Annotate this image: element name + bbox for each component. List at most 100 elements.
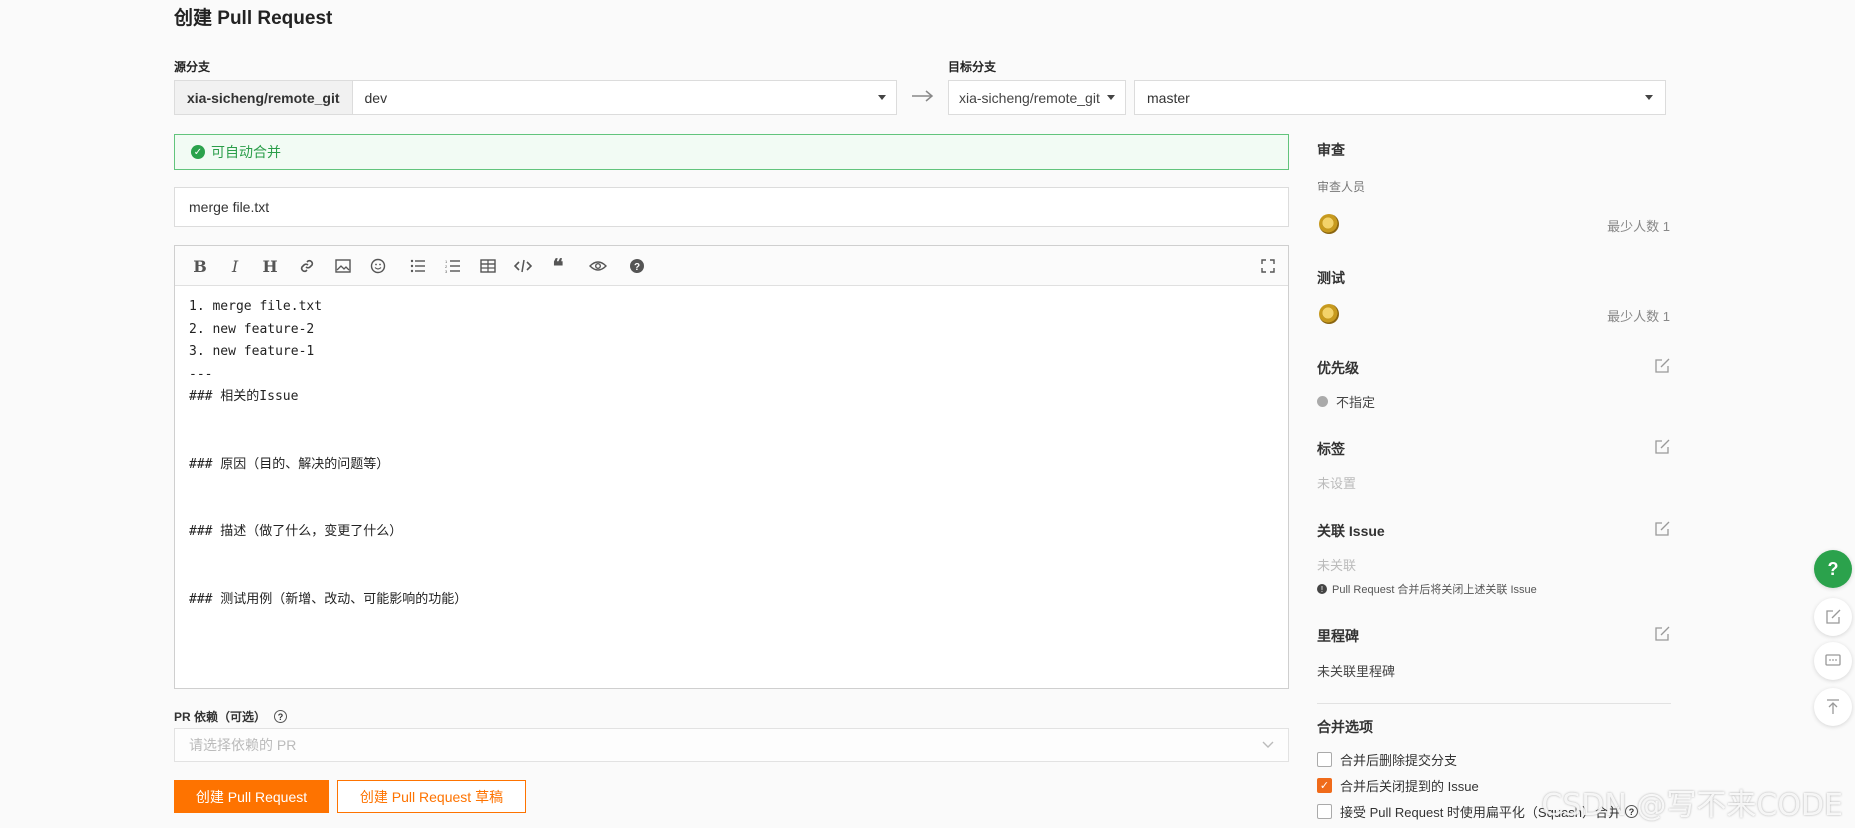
- chevron-down-icon: [1262, 741, 1274, 748]
- editor-content[interactable]: 1. merge file.txt 2. new feature-2 3. ne…: [175, 286, 1288, 621]
- editor-line: ### 原因（目的、解决的问题等）: [189, 456, 390, 472]
- merge-status-text: 可自动合并: [211, 144, 281, 160]
- emoji-icon[interactable]: [367, 255, 389, 277]
- chevron-down-icon: [1107, 95, 1115, 100]
- reviewers-min-count: 最少人数 1: [1607, 219, 1670, 234]
- priority-heading: 优先级: [1317, 360, 1359, 376]
- merge-option-label: 合并后删除提交分支: [1340, 753, 1458, 768]
- merge-status-banner: ✓ 可自动合并: [174, 134, 1289, 170]
- milestone-value: 未关联里程碑: [1317, 664, 1396, 679]
- source-branch-value: dev: [364, 89, 388, 106]
- edit-priority-icon[interactable]: [1654, 358, 1670, 374]
- edit-issue-icon[interactable]: [1654, 521, 1670, 537]
- pr-dependency-label: PR 依赖（可选） ?: [174, 708, 288, 725]
- image-icon[interactable]: [332, 255, 354, 277]
- ordered-list-icon[interactable]: 123: [442, 255, 464, 277]
- feedback-float-button[interactable]: [1814, 598, 1852, 636]
- checkbox[interactable]: [1317, 804, 1332, 819]
- editor-line: ---: [189, 366, 213, 382]
- target-repo-select[interactable]: xia-sicheng/remote_git: [948, 80, 1126, 115]
- chevron-down-icon: [878, 95, 886, 100]
- review-heading: 审查: [1317, 142, 1345, 158]
- milestone-heading: 里程碑: [1317, 628, 1359, 644]
- help-float-button[interactable]: ?: [1814, 550, 1852, 588]
- priority-dot-icon: [1317, 396, 1328, 407]
- reviewer-avatar[interactable]: [1319, 214, 1339, 234]
- target-repo: xia-sicheng/remote_git: [959, 89, 1100, 106]
- source-repo: xia-sicheng/remote_git: [175, 81, 353, 114]
- heading-icon[interactable]: H: [259, 255, 281, 277]
- create-pr-button[interactable]: 创建 Pull Request: [174, 780, 329, 813]
- check-circle-icon: ✓: [191, 145, 205, 159]
- tester-avatar[interactable]: [1319, 304, 1339, 324]
- code-icon[interactable]: [512, 255, 534, 277]
- arrow-right-icon: [910, 86, 936, 106]
- chat-float-button[interactable]: [1814, 642, 1852, 680]
- priority-text: 不指定: [1336, 395, 1376, 410]
- editor-line: 2. new feature-2: [189, 321, 315, 337]
- link-icon[interactable]: [296, 255, 318, 277]
- source-branch-select[interactable]: xia-sicheng/remote_git dev: [174, 80, 897, 115]
- pr-title-input[interactable]: [174, 187, 1289, 227]
- priority-value: 不指定: [1317, 392, 1375, 411]
- page-title: 创建 Pull Request: [174, 8, 333, 29]
- svg-text:3: 3: [445, 269, 448, 273]
- edit-labels-icon[interactable]: [1654, 439, 1670, 455]
- description-editor[interactable]: B I H 123 ❝ ? 1. merge file.txt 2. new f…: [174, 245, 1289, 689]
- back-to-top-button[interactable]: [1814, 688, 1852, 726]
- help-icon[interactable]: ?: [626, 255, 648, 277]
- info-icon: !: [1317, 584, 1327, 594]
- editor-toolbar: B I H 123 ❝ ?: [175, 246, 1288, 286]
- target-branch-value: master: [1147, 89, 1190, 106]
- issue-heading: 关联 Issue: [1317, 523, 1385, 539]
- issue-value: 未关联: [1317, 558, 1357, 573]
- editor-line: ### 相关的Issue: [189, 389, 299, 404]
- unordered-list-icon[interactable]: [407, 255, 429, 277]
- edit-milestone-icon[interactable]: [1654, 626, 1670, 642]
- quote-icon[interactable]: ❝: [547, 254, 569, 278]
- editor-line: 3. new feature-1: [189, 344, 315, 359]
- labels-heading: 标签: [1317, 441, 1345, 457]
- arrow-up-icon: [1827, 699, 1839, 714]
- source-branch-label: 源分支: [174, 60, 211, 74]
- pr-dependency-label-text: PR 依赖（可选）: [174, 710, 267, 724]
- merge-option-label: 合并后关闭提到的 Issue: [1340, 779, 1479, 794]
- test-heading: 测试: [1317, 270, 1345, 286]
- watermark: CSDN @写不来CODE: [1541, 788, 1843, 823]
- chat-icon: [1825, 654, 1841, 666]
- editor-line: 1. merge file.txt: [189, 299, 323, 314]
- table-icon[interactable]: [477, 255, 499, 277]
- merge-option-delete-branch[interactable]: 合并后删除提交分支: [1317, 750, 1457, 769]
- target-branch-label: 目标分支: [948, 60, 997, 74]
- italic-icon[interactable]: I: [224, 255, 246, 277]
- target-branch-select[interactable]: master: [1134, 80, 1666, 115]
- editor-line: ### 描述（做了什么，变更了什么）: [189, 524, 403, 539]
- checkbox[interactable]: [1317, 752, 1332, 767]
- reviewers-label: 审查人员: [1317, 180, 1366, 194]
- issue-note-text: Pull Request 合并后将关闭上述关联 Issue: [1332, 584, 1537, 596]
- editor-line: ### 测试用例（新增、改动、可能影响的功能）: [189, 591, 468, 607]
- merge-option-close-issue[interactable]: ✓ 合并后关闭提到的 Issue: [1317, 776, 1479, 795]
- pr-dependency-select[interactable]: 请选择依赖的 PR: [174, 728, 1289, 762]
- preview-icon[interactable]: [587, 255, 609, 277]
- checkbox-checked[interactable]: ✓: [1317, 778, 1332, 793]
- merge-options-heading: 合并选项: [1317, 719, 1373, 735]
- labels-value: 未设置: [1317, 476, 1357, 491]
- bold-icon[interactable]: B: [189, 255, 211, 277]
- create-pr-draft-button[interactable]: 创建 Pull Request 草稿: [337, 780, 526, 813]
- issue-note: ! Pull Request 合并后将关闭上述关联 Issue: [1317, 581, 1537, 597]
- edit-icon: [1826, 609, 1841, 624]
- testers-min-count: 最少人数 1: [1607, 309, 1670, 324]
- question-icon[interactable]: ?: [274, 710, 288, 723]
- pr-dependency-placeholder: 请选择依赖的 PR: [189, 737, 297, 753]
- divider: [1317, 703, 1671, 704]
- fullscreen-icon[interactable]: [1257, 255, 1279, 277]
- svg-text:?: ?: [634, 262, 640, 273]
- chevron-down-icon: [1645, 95, 1653, 100]
